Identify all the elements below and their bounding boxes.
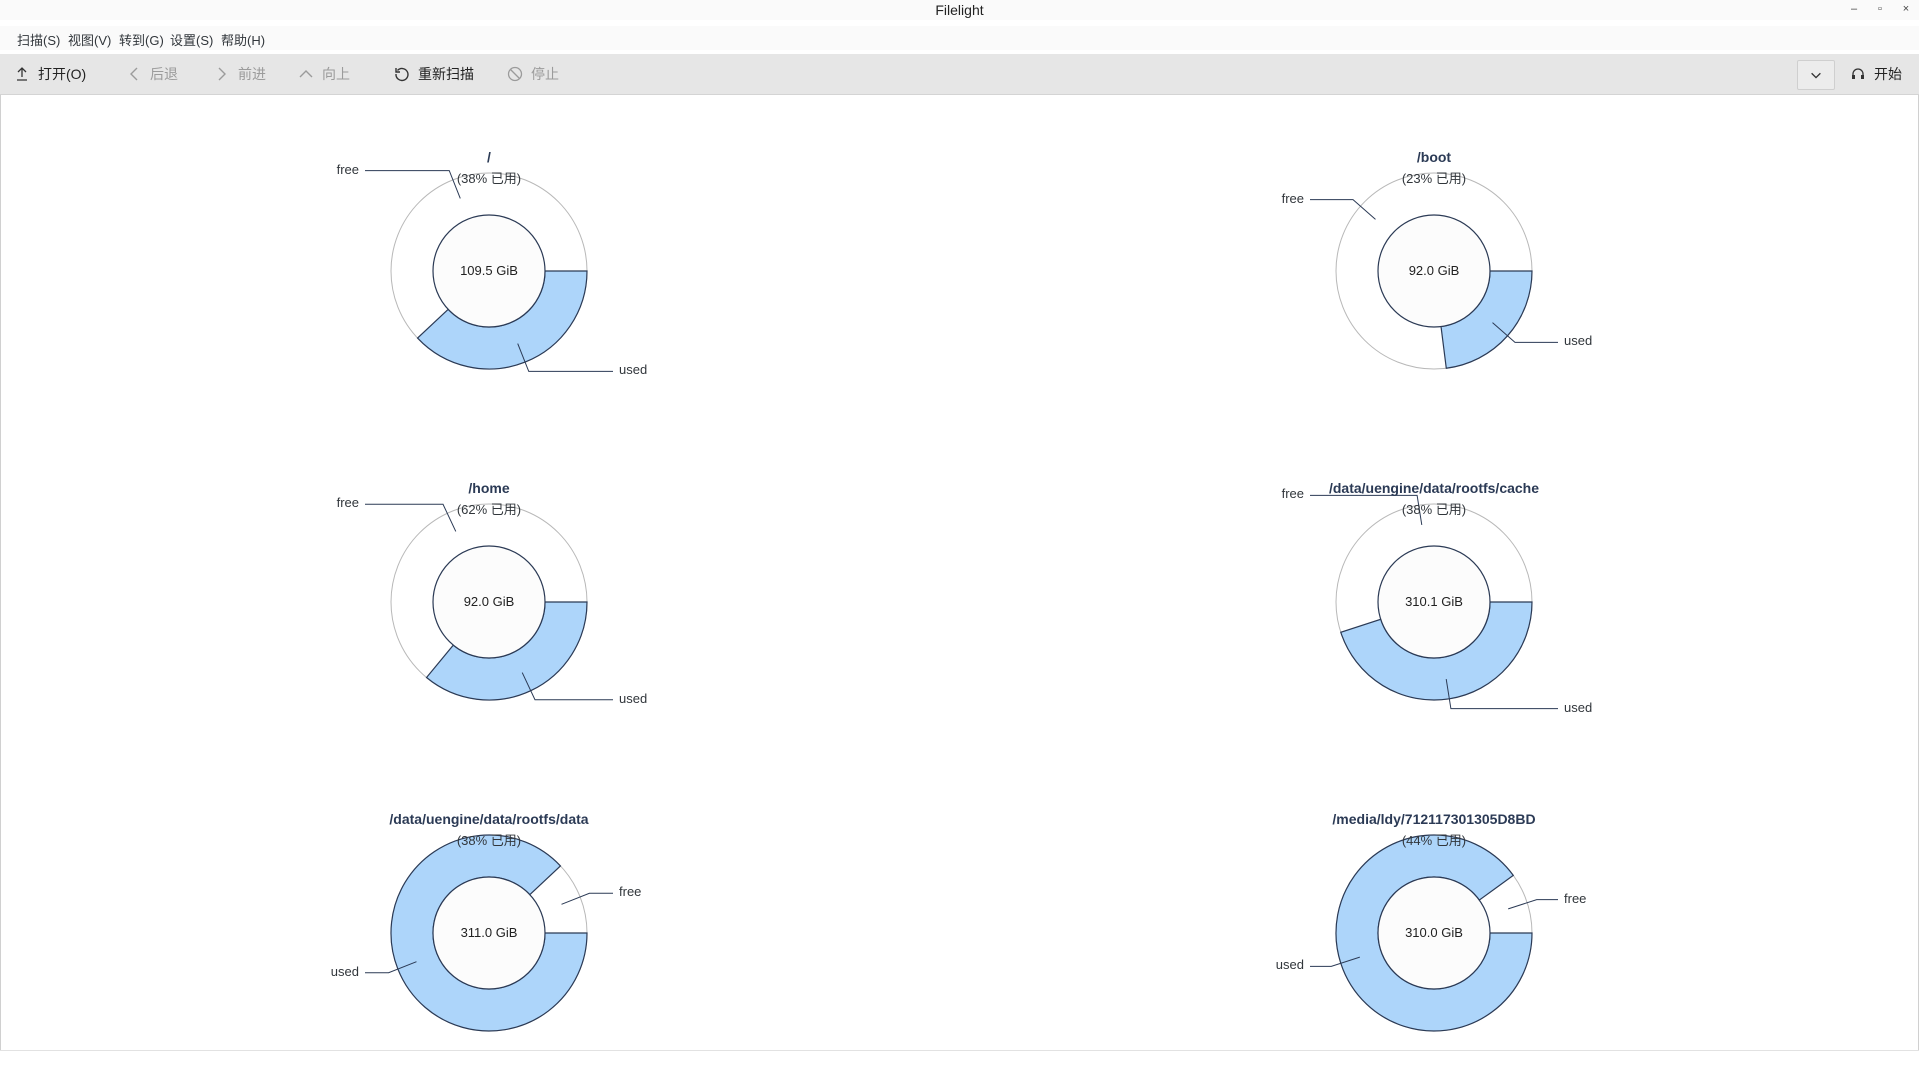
stop-icon [507,66,523,82]
stop-button[interactable]: 停止 [507,54,559,94]
usage-percent-label: (38% 已用) [1401,502,1467,517]
stop-label: 停止 [531,66,559,82]
usage-percent-label: (38% 已用) [456,171,522,186]
free-label: free [619,884,642,900]
disk-usage-chart[interactable]: /data/uengine/data/rootfs/cache (38% 已用) 3… [1174,326,1694,715]
disk-usage-chart[interactable]: /boot (23% 已用) 92.0 GiB used free [1174,95,1694,370]
disk-usage-chart[interactable]: /media/ldy/712117301305D8BD (44% 已用) 310.0… [1174,657,1694,1032]
open-label: 打开(O) [38,66,87,82]
total-size-label: 310.1 GiB [1405,594,1463,609]
maximize-icon[interactable]: ▫ [1871,1,1889,17]
rescan-label: 重新扫描 [418,66,474,82]
mount-point-label: /media/ldy/712117301305D8BD [1332,811,1536,827]
up-button[interactable]: 向上 [298,54,350,94]
chevron-down-icon [1811,72,1821,79]
mount-point-label: /data/uengine/data/rootfs/data [389,811,589,827]
headset-icon [1852,68,1864,79]
status-bar [0,1050,1919,1077]
minimize-icon[interactable]: – [1845,1,1863,17]
total-size-label: 92.0 GiB [1408,263,1460,278]
total-size-label: 310.0 GiB [1405,925,1463,940]
rescan-button[interactable]: 重新扫描 [394,54,474,94]
menu-settings[interactable]: 设置(S) [170,30,213,49]
start-button[interactable]: 开始 [1850,54,1902,94]
disk-overview: / (38% 已用) 109.5 GiB used free/boot (23% 已用) 9… [0,95,1919,1050]
chevron-right-icon [218,67,226,81]
menu-scan[interactable]: 扫描(S) [17,30,60,49]
chevron-left-icon [130,67,138,81]
dropdown-button[interactable] [1797,60,1835,90]
open-button[interactable]: 打开(O) [14,54,86,94]
free-label: free [336,161,359,177]
back-button[interactable]: 后退 [126,54,178,94]
usage-percent-label: (62% 已用) [456,502,522,517]
free-label: free [1281,190,1304,206]
up-label: 向上 [322,66,350,82]
mount-point-label: / [487,149,491,165]
used-label: used [1275,957,1304,973]
back-label: 后退 [150,66,178,82]
usage-percent-label: (23% 已用) [1401,171,1467,186]
mount-point-label: /data/uengine/data/rootfs/cache [1328,480,1540,496]
menu-view[interactable]: 视图(V) [68,30,111,49]
start-label: 开始 [1874,66,1902,82]
chevron-up-icon [299,70,313,78]
usage-percent-label: (38% 已用) [456,833,522,848]
used-label: used [330,963,359,979]
forward-button[interactable]: 前进 [214,54,266,94]
toolbar: 打开(O) 后退 前进 向上 重新扫描 停止 开始 [0,54,1919,95]
free-label: free [1281,486,1304,502]
total-size-label: 109.5 GiB [460,263,518,278]
menu-go[interactable]: 转到(G) [119,30,164,49]
refresh-icon [395,67,409,82]
open-icon [17,67,27,81]
mount-point-label: /boot [1416,149,1452,165]
menu-help[interactable]: 帮助(H) [221,30,265,49]
disk-ring [1310,172,1558,370]
forward-label: 前进 [238,66,266,82]
close-icon[interactable]: × [1897,1,1915,17]
mount-point-label: /home [468,480,510,496]
total-size-label: 92.0 GiB [463,594,515,609]
window-title: Filelight [935,2,984,18]
menu-bar: 扫描(S) 视图(V) 转到(G) 设置(S) 帮助(H) [0,26,1919,50]
disk-usage-chart[interactable]: /data/uengine/data/rootfs/data (38% 已用) 31… [229,657,749,1032]
title-bar: Filelight – ▫ × [0,0,1919,20]
disk-ring [365,170,613,372]
free-label: free [1564,890,1587,906]
usage-percent-label: (44% 已用) [1401,833,1467,848]
disk-usage-chart[interactable]: / (38% 已用) 109.5 GiB used free [229,95,749,377]
disk-usage-chart[interactable]: /home (62% 已用) 92.0 GiB used free [229,326,749,706]
free-label: free [336,495,359,511]
total-size-label: 311.0 GiB [460,925,518,940]
